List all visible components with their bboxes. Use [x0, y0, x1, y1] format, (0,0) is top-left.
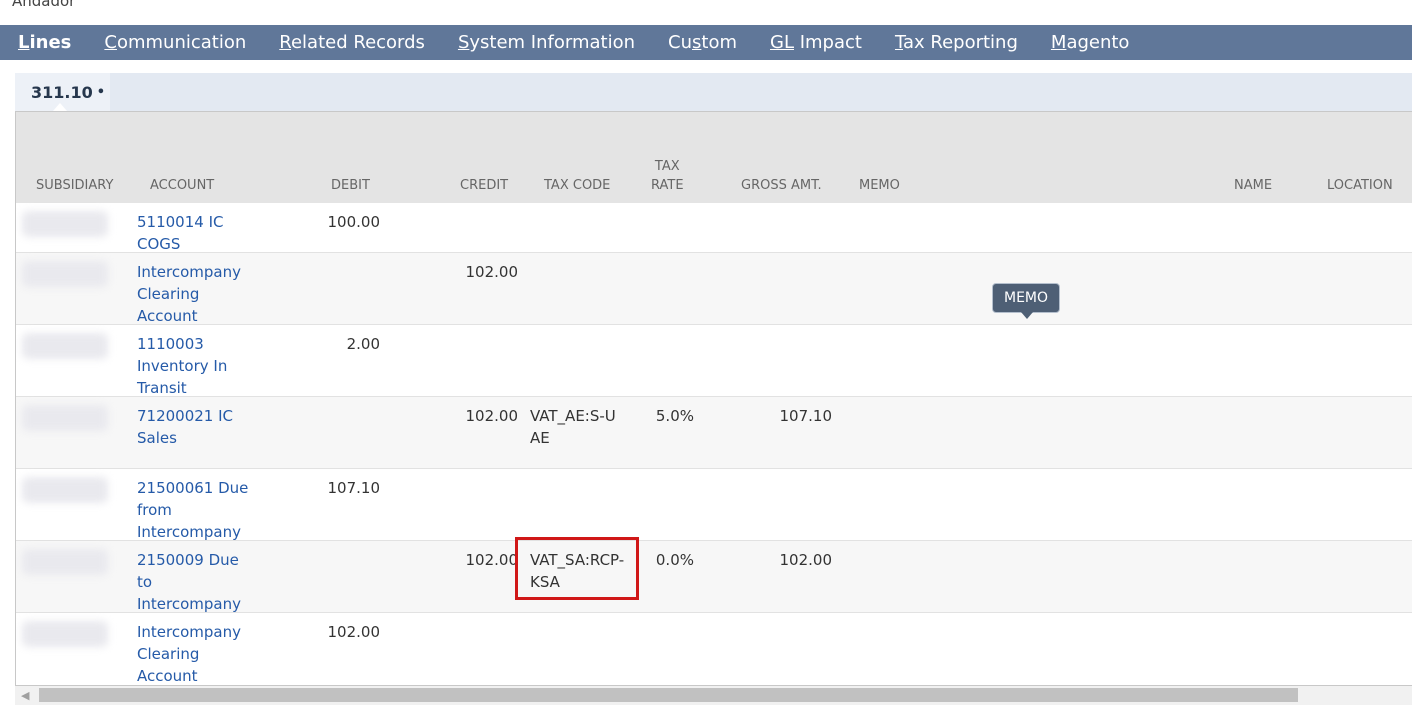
grid-header: SUBSIDIARY ACCOUNT DEBIT CREDIT TAX CODE… — [16, 112, 1412, 203]
table-row: 71200021 IC Sales 102.00 VAT_AE:S-UAE 5.… — [16, 397, 1412, 469]
col-tax-code[interactable]: TAX CODE — [544, 176, 610, 195]
col-credit[interactable]: CREDIT — [460, 176, 508, 195]
gl-lines-grid: SUBSIDIARY ACCOUNT DEBIT CREDIT TAX CODE… — [15, 111, 1412, 686]
tab-accel: T — [894, 32, 903, 53]
scrollbar-thumb[interactable] — [39, 688, 1298, 702]
tax-rate-value: 5.0% — [655, 407, 694, 425]
tab-communication[interactable]: Communication — [104, 25, 246, 60]
tab-lines[interactable]: Lines — [18, 25, 71, 60]
tab-accel: S — [457, 32, 470, 53]
subtab-pointer — [53, 103, 67, 111]
tab-gl-impact[interactable]: GL Impact — [770, 25, 862, 60]
col-account[interactable]: ACCOUNT — [150, 176, 214, 195]
subsidiary-redacted — [22, 477, 108, 503]
debit-value: 100.00 — [327, 213, 381, 231]
debit-value: 102.00 — [327, 623, 381, 641]
tab-custom[interactable]: Custom — [668, 25, 737, 60]
col-gross-amt[interactable]: GROSS AMT. — [741, 176, 822, 195]
table-row: Intercompany Clearing Account 102.00 — [16, 613, 1412, 685]
col-debit[interactable]: DEBIT — [331, 176, 370, 195]
col-subsidiary[interactable]: SUBSIDIARY — [36, 176, 113, 195]
subsidiary-redacted — [22, 211, 108, 237]
tax-code-value: VAT_AE:S-UAE — [530, 407, 616, 447]
subsidiary-redacted — [22, 621, 108, 647]
tab-accel: R — [279, 32, 291, 53]
table-row: 5110014 IC COGS 100.00 — [16, 203, 1412, 253]
account-link[interactable]: 2150009 Due to Intercompany — [137, 549, 257, 615]
tab-text: ax Reporting — [902, 32, 1018, 53]
subsidiary-redacted — [22, 405, 108, 431]
col-name[interactable]: NAME — [1234, 176, 1272, 195]
col-tax-rate[interactable]: TAX RATE — [651, 157, 684, 195]
tab-text: agento — [1066, 32, 1130, 53]
col-tax-rate-line1: TAX — [654, 159, 680, 174]
debit-value: 2.00 — [346, 335, 380, 353]
tab-accel: C — [104, 32, 117, 53]
record-label: Andador — [12, 0, 76, 10]
subtab-strip — [15, 73, 1412, 111]
table-row: 21500061 Due from Intercompany 107.10 — [16, 469, 1412, 541]
subtab-dot: • — [96, 84, 106, 100]
tab-accel: M — [1050, 32, 1067, 53]
tax-code-highlight — [515, 537, 639, 600]
subsidiary-redacted — [22, 333, 108, 359]
tab-text: elated Records — [290, 32, 425, 53]
col-memo[interactable]: MEMO — [859, 176, 900, 195]
tab-text: tom — [701, 32, 737, 53]
tab-related-records[interactable]: Related Records — [279, 25, 425, 60]
account-link[interactable]: 71200021 IC Sales — [137, 405, 257, 449]
account-link[interactable]: 5110014 IC COGS — [137, 211, 257, 255]
subsidiary-redacted — [22, 549, 108, 575]
col-location[interactable]: LOCATION — [1327, 176, 1393, 195]
tab-accel: L — [18, 32, 30, 53]
table-row: Intercompany Clearing Account 102.00 — [16, 253, 1412, 325]
credit-value: 102.00 — [465, 551, 519, 569]
account-link[interactable]: Intercompany Clearing Account — [137, 261, 257, 327]
credit-value: 102.00 — [465, 263, 519, 281]
tab-text: ommunication — [116, 32, 247, 53]
tab-text: ines — [29, 32, 72, 53]
tab-bar: Lines Communication Related Records Syst… — [0, 25, 1412, 60]
tab-text: Cu — [668, 32, 692, 53]
subtab-label: 311.10 — [31, 82, 93, 102]
tab-text: ystem Information — [469, 32, 636, 53]
table-row: 2150009 Due to Intercompany 102.00 VAT_S… — [16, 541, 1412, 613]
credit-value: 102.00 — [465, 407, 519, 425]
table-row: 1110003 Inventory In Transit 2.00 — [16, 325, 1412, 397]
gross-amt-value: 107.10 — [779, 407, 833, 425]
tab-accel: s — [692, 32, 702, 53]
horizontal-scrollbar[interactable]: ◀ — [15, 686, 1412, 705]
col-tax-rate-line2: RATE — [651, 178, 684, 193]
tax-rate-value: 0.0% — [655, 551, 694, 569]
account-link[interactable]: 1110003 Inventory In Transit — [137, 333, 257, 399]
memo-tooltip: MEMO — [992, 283, 1061, 319]
scroll-left-icon[interactable]: ◀ — [21, 689, 29, 702]
subsidiary-redacted — [22, 261, 108, 287]
tab-accel: GL — [770, 32, 794, 53]
tab-text: Impact — [793, 32, 862, 53]
tab-tax-reporting[interactable]: Tax Reporting — [895, 25, 1018, 60]
account-link[interactable]: Intercompany Clearing Account — [137, 621, 257, 685]
account-link[interactable]: 21500061 Due from Intercompany — [137, 477, 257, 543]
debit-value: 107.10 — [327, 479, 381, 497]
tab-system-information[interactable]: System Information — [458, 25, 635, 60]
gross-amt-value: 102.00 — [779, 551, 833, 569]
tab-magento[interactable]: Magento — [1051, 25, 1130, 60]
